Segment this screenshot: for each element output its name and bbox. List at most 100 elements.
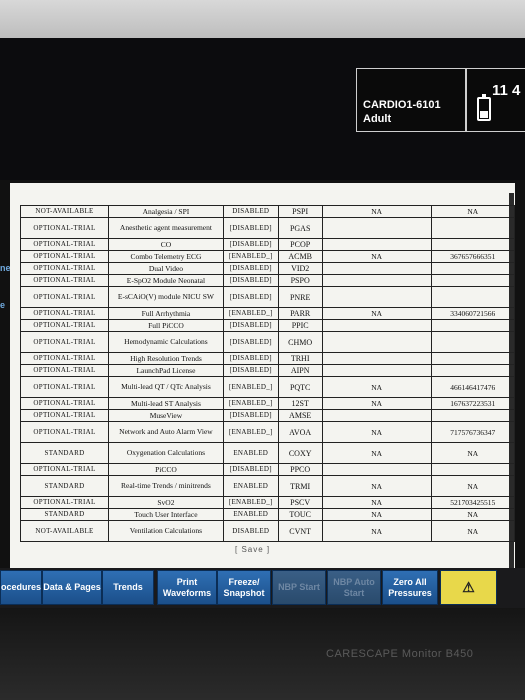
table-cell-na1: NA bbox=[321, 205, 432, 218]
data-pages-button[interactable]: Data & Pages bbox=[42, 570, 102, 605]
table-row[interactable]: NOT-AVAILABLE Analgesia / SPI DISABLED PSPI… bbox=[20, 205, 516, 218]
table-cell-num bbox=[430, 262, 516, 275]
table-cell-state: [DISABLED] bbox=[222, 319, 279, 332]
patient-type: Adult bbox=[363, 113, 392, 125]
table-row[interactable]: OPTIONAL-TRIAL Combo Telemetry ECG [ENABLE… bbox=[20, 250, 516, 263]
table-cell-code: PQTC bbox=[277, 376, 323, 398]
table-cell-state: DISABLED bbox=[222, 520, 279, 542]
table-cell-code: 12ST bbox=[277, 397, 323, 410]
table-cell-na1: NA bbox=[321, 421, 432, 443]
table-cell-state: [ENABLED_] bbox=[222, 376, 279, 398]
table-cell-status: OPTIONAL-TRIAL bbox=[20, 496, 109, 509]
table-row[interactable]: OPTIONAL-TRIAL SvO2 [ENABLED_] PSCV NA 521703… bbox=[20, 496, 516, 509]
table-cell-num: NA bbox=[430, 475, 516, 497]
table-cell-code: PNRE bbox=[277, 286, 323, 308]
table-cell-num bbox=[430, 217, 516, 239]
table-cell-code: PSCV bbox=[277, 496, 323, 509]
top-status-bar: CARDIO1-6101 Adult 11 4 bbox=[0, 38, 525, 180]
table-cell-code: AMSE bbox=[277, 409, 323, 422]
table-cell-status: OPTIONAL-TRIAL bbox=[20, 286, 109, 308]
table-cell-na1: NA bbox=[321, 250, 432, 263]
nbp-start-button[interactable]: NBP Start bbox=[272, 570, 326, 605]
table-row[interactable]: STANDARD Touch User Interface ENABLED TOUC N… bbox=[20, 508, 516, 521]
procedures-button[interactable]: ocedures bbox=[0, 570, 42, 605]
table-cell-na1 bbox=[321, 409, 432, 422]
table-cell-num bbox=[430, 319, 516, 332]
table-cell-status: NOT-AVAILABLE bbox=[20, 520, 109, 542]
table-cell-feature: LaunchPad License bbox=[107, 364, 224, 377]
trends-button[interactable]: Trends bbox=[102, 570, 154, 605]
table-cell-feature: Dual Video bbox=[107, 262, 224, 275]
table-row[interactable]: OPTIONAL-TRIAL Dual Video [DISABLED] VID2 bbox=[20, 262, 516, 275]
table-row[interactable]: OPTIONAL-TRIAL Full Arrhythmia [ENABLED_] P… bbox=[20, 307, 516, 320]
table-cell-status: NOT-AVAILABLE bbox=[20, 205, 109, 218]
table-cell-status: OPTIONAL-TRIAL bbox=[20, 250, 109, 263]
alarm-silence-button[interactable]: ⚠ bbox=[440, 570, 497, 605]
table-row[interactable]: OPTIONAL-TRIAL Full PiCCO [DISABLED] PPIC bbox=[20, 319, 516, 332]
table-cell-state: [DISABLED] bbox=[222, 238, 279, 251]
table-row[interactable]: OPTIONAL-TRIAL MuseView [DISABLED] AMSE bbox=[20, 409, 516, 422]
save-button[interactable]: [ Save ] bbox=[235, 545, 270, 554]
freeze-snapshot-button[interactable]: Freeze/ Snapshot bbox=[217, 570, 271, 605]
table-cell-feature: High Resolution Trends bbox=[107, 352, 224, 365]
table-cell-code: TRHI bbox=[277, 352, 323, 365]
table-cell-state: [ENABLED_] bbox=[222, 496, 279, 509]
table-cell-na1 bbox=[321, 364, 432, 377]
table-cell-na1: NA bbox=[321, 376, 432, 398]
table-row[interactable]: OPTIONAL-TRIAL PiCCO [DISABLED] PPCO bbox=[20, 463, 516, 476]
table-cell-code: PPCO bbox=[277, 463, 323, 476]
table-row[interactable]: STANDARD Oxygenation Calculations ENABLED C… bbox=[20, 442, 516, 464]
table-cell-num: 466146417476 bbox=[430, 376, 516, 398]
monitor-bezel-bottom: CARESCAPE Monitor B450 bbox=[0, 608, 525, 700]
table-cell-na1 bbox=[321, 238, 432, 251]
table-row[interactable]: OPTIONAL-TRIAL LaunchPad License [DISABLED… bbox=[20, 364, 516, 377]
table-cell-na1 bbox=[321, 274, 432, 287]
table-row[interactable]: OPTIONAL-TRIAL High Resolution Trends [DIS… bbox=[20, 352, 516, 365]
table-row[interactable]: OPTIONAL-TRIAL Multi-lead ST Analysis [ENA… bbox=[20, 397, 516, 410]
table-cell-num: 334060721566 bbox=[430, 307, 516, 320]
table-cell-state: [DISABLED] bbox=[222, 217, 279, 239]
table-row[interactable]: STANDARD Real-time Trends / minitrends ENA… bbox=[20, 475, 516, 497]
battery-status-box bbox=[466, 68, 525, 132]
table-cell-num: NA bbox=[430, 442, 516, 464]
brand-label: CARESCAPE Monitor B450 bbox=[326, 648, 474, 660]
table-cell-code: AVOA bbox=[277, 421, 323, 443]
table-cell-feature: MuseView bbox=[107, 409, 224, 422]
table-cell-feature: Network and Auto Alarm View bbox=[107, 421, 224, 443]
license-table: NOT-AVAILABLE Analgesia / SPI DISABLED PSPI… bbox=[20, 205, 516, 542]
table-row[interactable]: OPTIONAL-TRIAL CO [DISABLED] PCOP bbox=[20, 238, 516, 251]
table-cell-state: [ENABLED_] bbox=[222, 421, 279, 443]
table-cell-state: [DISABLED] bbox=[222, 274, 279, 287]
table-cell-code: ACMB bbox=[277, 250, 323, 263]
table-cell-code: PARR bbox=[277, 307, 323, 320]
table-cell-state: [ENABLED_] bbox=[222, 397, 279, 410]
nbp-auto-start-button[interactable]: NBP Auto Start bbox=[327, 570, 381, 605]
table-row[interactable]: OPTIONAL-TRIAL Anesthetic agent measureme… bbox=[20, 217, 516, 239]
table-cell-num: NA bbox=[430, 508, 516, 521]
table-row[interactable]: OPTIONAL-TRIAL Network and Auto Alarm Vie… bbox=[20, 421, 516, 443]
table-cell-num bbox=[430, 409, 516, 422]
patient-id: CARDIO1-6101 bbox=[363, 99, 441, 111]
table-cell-state: [DISABLED] bbox=[222, 286, 279, 308]
patient-info-box[interactable]: CARDIO1-6101 Adult bbox=[356, 68, 466, 132]
table-row[interactable]: NOT-AVAILABLE Ventilation Calculations DIS… bbox=[20, 520, 516, 542]
table-row[interactable]: OPTIONAL-TRIAL E-SpO2 Module Neonatal [DIS… bbox=[20, 274, 516, 287]
table-cell-num bbox=[430, 352, 516, 365]
print-waveforms-button[interactable]: Print Waveforms bbox=[157, 570, 217, 605]
table-cell-na1: NA bbox=[321, 520, 432, 542]
table-row[interactable]: OPTIONAL-TRIAL Hemodynamic Calculations [D… bbox=[20, 331, 516, 353]
table-cell-num bbox=[430, 463, 516, 476]
table-cell-na1: NA bbox=[321, 496, 432, 509]
table-row[interactable]: OPTIONAL-TRIAL Multi-lead QT / QTc Analys… bbox=[20, 376, 516, 398]
table-cell-feature: Anesthetic agent measurement bbox=[107, 217, 224, 239]
table-cell-feature: Combo Telemetry ECG bbox=[107, 250, 224, 263]
table-cell-na1: NA bbox=[321, 475, 432, 497]
table-cell-feature: E-sCAiO(V) module NICU SW bbox=[107, 286, 224, 308]
table-cell-status: OPTIONAL-TRIAL bbox=[20, 397, 109, 410]
zero-all-pressures-button[interactable]: Zero All Pressures bbox=[382, 570, 438, 605]
table-cell-feature: Ventilation Calculations bbox=[107, 520, 224, 542]
table-cell-status: STANDARD bbox=[20, 508, 109, 521]
table-cell-feature: PiCCO bbox=[107, 463, 224, 476]
table-row[interactable]: OPTIONAL-TRIAL E-sCAiO(V) module NICU SW[… bbox=[20, 286, 516, 308]
table-cell-feature: Full PiCCO bbox=[107, 319, 224, 332]
